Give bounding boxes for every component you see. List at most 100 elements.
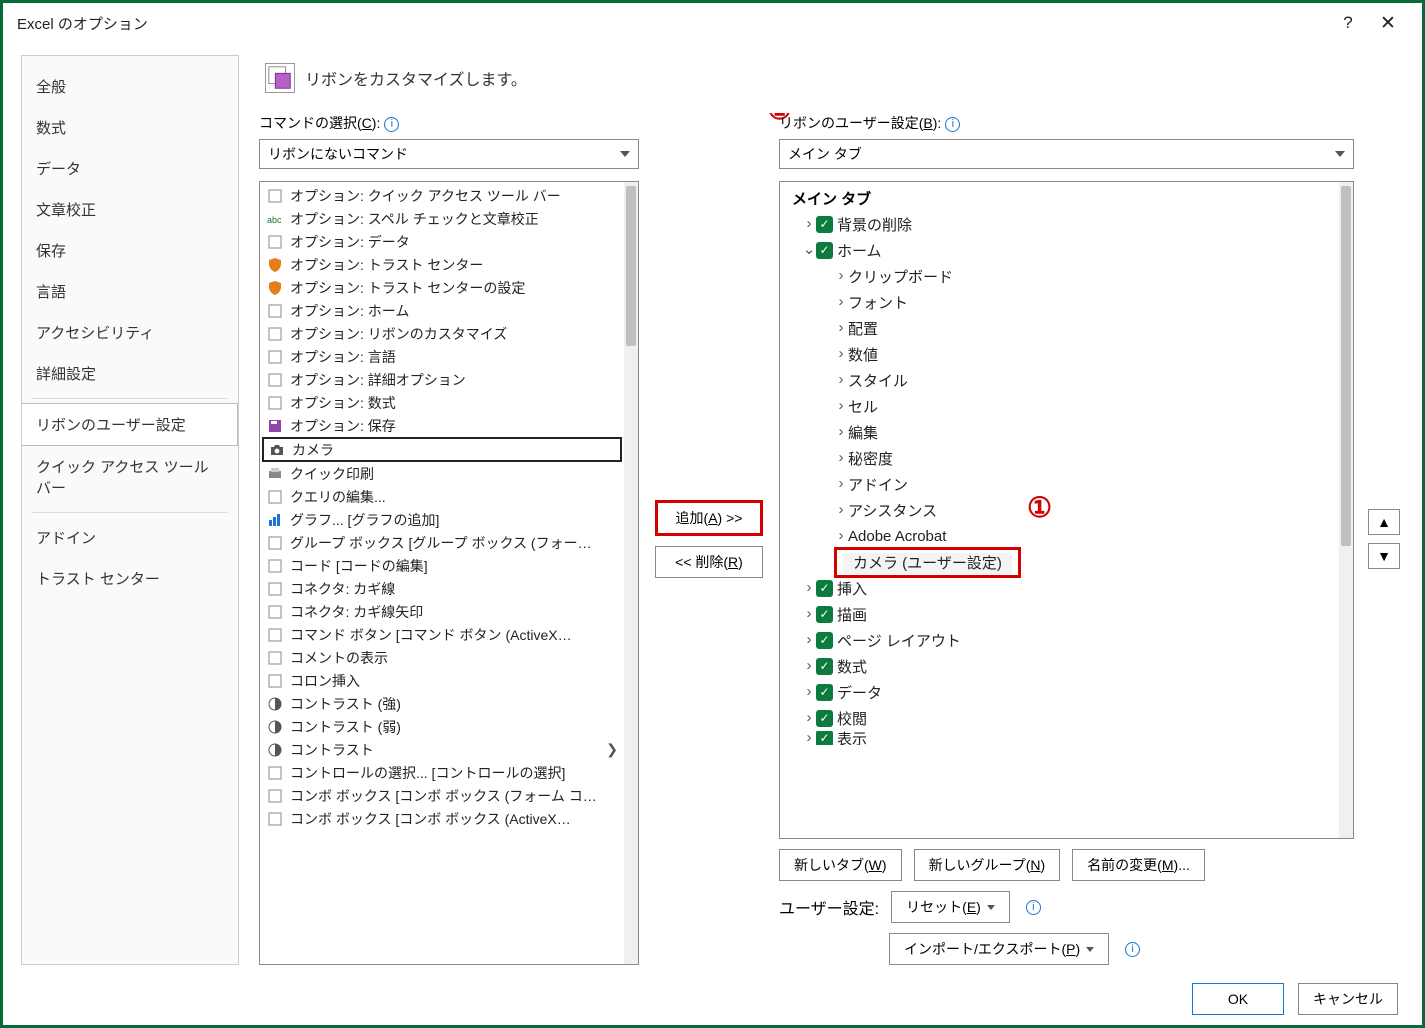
close-button[interactable]: ✕ — [1368, 12, 1408, 35]
expand-icon[interactable]: › — [834, 397, 848, 414]
sidebar-item[interactable]: 詳細設定 — [22, 353, 238, 394]
sidebar-item[interactable]: アクセシビリティ — [22, 312, 238, 353]
tree-group-item[interactable]: ›クリップボード — [786, 263, 1333, 289]
ribbon-tree[interactable]: メイン タブ›背景の削除⌄ホーム›クリップボード›フォント›配置›数値›スタイル… — [779, 181, 1354, 839]
tree-tab-item[interactable]: ›描画 — [786, 601, 1333, 627]
checkbox-icon[interactable] — [816, 606, 833, 623]
help-button[interactable]: ? — [1328, 13, 1368, 33]
info-icon[interactable]: i — [384, 117, 399, 132]
tree-group-item[interactable]: ›フォント — [786, 289, 1333, 315]
command-item[interactable]: コントロールの選択... [コントロールの選択] — [262, 761, 622, 784]
command-item[interactable]: コネクタ: カギ線 — [262, 577, 622, 600]
sidebar-item[interactable]: トラスト センター — [22, 558, 238, 599]
commands-listbox[interactable]: オプション: クイック アクセス ツール バーabcオプション: スペル チェッ… — [259, 181, 639, 965]
expand-icon[interactable]: › — [834, 319, 848, 336]
command-item[interactable]: オプション: データ — [262, 230, 622, 253]
command-item[interactable]: オプション: トラスト センターの設定 — [262, 276, 622, 299]
command-item[interactable]: コメントの表示 — [262, 646, 622, 669]
expand-icon[interactable]: › — [802, 605, 816, 622]
scrollbar[interactable] — [624, 182, 638, 964]
tree-tab-item[interactable]: ›データ — [786, 679, 1333, 705]
tree-group-item[interactable]: ›アドイン — [786, 471, 1333, 497]
expand-icon[interactable]: › — [802, 683, 816, 700]
sidebar-item[interactable]: 文章校正 — [22, 189, 238, 230]
customize-ribbon-dropdown[interactable]: メイン タブ — [779, 139, 1354, 169]
expand-icon[interactable]: › — [834, 449, 848, 466]
tree-group-item[interactable]: ›Adobe Acrobat — [786, 523, 1333, 549]
command-item[interactable]: クエリの編集... — [262, 485, 622, 508]
command-item[interactable]: abcオプション: スペル チェックと文章校正 — [262, 207, 622, 230]
expand-icon[interactable]: › — [834, 293, 848, 310]
checkbox-icon[interactable] — [816, 684, 833, 701]
tree-tab-item[interactable]: ›表示 — [786, 731, 1333, 745]
sidebar-item[interactable]: リボンのユーザー設定 — [21, 403, 238, 446]
command-item[interactable]: コントラスト (弱) — [262, 715, 622, 738]
command-item[interactable]: オプション: 数式 — [262, 391, 622, 414]
tree-group-item[interactable]: ›アシスタンス — [786, 497, 1333, 523]
new-group-button[interactable]: 新しいグループ(N) — [914, 849, 1061, 881]
expand-icon[interactable]: › — [802, 657, 816, 674]
checkbox-icon[interactable] — [816, 632, 833, 649]
command-item[interactable]: オプション: クイック アクセス ツール バー — [262, 184, 622, 207]
sidebar-item[interactable]: クイック アクセス ツール バー — [22, 446, 238, 508]
tree-tab-item[interactable]: ›校閲 — [786, 705, 1333, 731]
checkbox-icon[interactable] — [816, 731, 833, 745]
sidebar-item[interactable]: 数式 — [22, 107, 238, 148]
new-tab-button[interactable]: 新しいタブ(W) — [779, 849, 902, 881]
tree-group-item[interactable]: ›セル — [786, 393, 1333, 419]
tree-group-item[interactable]: ›スタイル — [786, 367, 1333, 393]
scrollbar[interactable] — [1339, 182, 1353, 838]
info-icon[interactable]: i — [945, 117, 960, 132]
expand-icon[interactable]: › — [834, 527, 848, 544]
expand-icon[interactable]: › — [802, 579, 816, 596]
command-item[interactable]: コロン挿入 — [262, 669, 622, 692]
add-button[interactable]: 追加(A) >> — [655, 500, 763, 536]
tree-tab-item[interactable]: ›挿入 — [786, 575, 1333, 601]
tree-group-item[interactable]: ›数値 — [786, 341, 1333, 367]
remove-button[interactable]: << 削除(R) — [655, 546, 763, 578]
checkbox-icon[interactable] — [816, 658, 833, 675]
expand-icon[interactable]: › — [834, 371, 848, 388]
move-down-button[interactable]: ▼ — [1368, 543, 1400, 569]
import-export-dropdown[interactable]: インポート/エクスポート(P) — [889, 933, 1109, 965]
expand-icon[interactable]: › — [802, 631, 816, 648]
sidebar-item[interactable]: 言語 — [22, 271, 238, 312]
rename-button[interactable]: 名前の変更(M)... — [1072, 849, 1205, 881]
sidebar-item[interactable]: 保存 — [22, 230, 238, 271]
info-icon[interactable]: i — [1125, 942, 1140, 957]
expand-icon[interactable]: › — [802, 709, 816, 726]
command-item[interactable]: オプション: ホーム — [262, 299, 622, 322]
move-up-button[interactable]: ▲ — [1368, 509, 1400, 535]
tree-tab-item[interactable]: ⌄ホーム — [786, 237, 1333, 263]
choose-commands-dropdown[interactable]: リボンにないコマンド — [259, 139, 639, 169]
sidebar-item[interactable]: アドイン — [22, 517, 238, 558]
command-item[interactable]: コマンド ボタン [コマンド ボタン (ActiveX… — [262, 623, 622, 646]
expand-icon[interactable]: › — [834, 501, 848, 518]
tree-group-item[interactable]: カメラ (ユーザー設定) — [786, 549, 1333, 575]
command-item[interactable]: コード [コードの編集] — [262, 554, 622, 577]
expand-icon[interactable]: › — [802, 215, 816, 232]
command-item[interactable]: コネクタ: カギ線矢印 — [262, 600, 622, 623]
tree-group-item[interactable]: ›配置 — [786, 315, 1333, 341]
command-item[interactable]: コントラスト (強) — [262, 692, 622, 715]
tree-tab-item[interactable]: ›ページ レイアウト — [786, 627, 1333, 653]
command-item[interactable]: コンボ ボックス [コンボ ボックス (フォーム コ… — [262, 784, 622, 807]
command-item[interactable]: グループ ボックス [グループ ボックス (フォー… — [262, 531, 622, 554]
command-item[interactable]: オプション: トラスト センター — [262, 253, 622, 276]
expand-icon[interactable]: › — [802, 731, 816, 745]
command-item[interactable]: コントラスト❯ — [262, 738, 622, 761]
command-item[interactable]: コンボ ボックス [コンボ ボックス (ActiveX… — [262, 807, 622, 830]
cancel-button[interactable]: キャンセル — [1298, 983, 1398, 1015]
reset-dropdown[interactable]: リセット(E) — [891, 891, 1010, 923]
tree-tab-item[interactable]: ›数式 — [786, 653, 1333, 679]
command-item[interactable]: カメラ — [262, 437, 622, 462]
command-item[interactable]: クイック印刷 — [262, 462, 622, 485]
expand-icon[interactable]: › — [834, 423, 848, 440]
tree-group-item[interactable]: ›編集 — [786, 419, 1333, 445]
expand-icon[interactable]: › — [834, 475, 848, 492]
sidebar-item[interactable]: データ — [22, 148, 238, 189]
checkbox-icon[interactable] — [816, 710, 833, 727]
checkbox-icon[interactable] — [816, 580, 833, 597]
checkbox-icon[interactable] — [816, 242, 833, 259]
tree-tab-item[interactable]: ›背景の削除 — [786, 211, 1333, 237]
